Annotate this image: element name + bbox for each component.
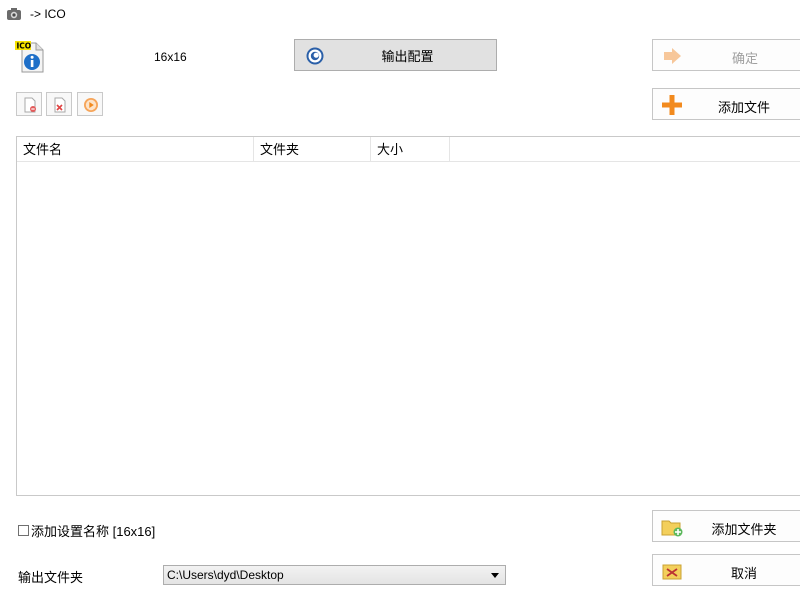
confirm-button[interactable]: 确定 — [652, 39, 800, 71]
output-folder-path: C:\Users\dyd\Desktop — [167, 568, 284, 582]
add-folder-label: 添加文件夹 — [711, 522, 777, 537]
list-header: 文件名 文件夹 大小 — [17, 137, 800, 162]
remove-item-button[interactable] — [16, 92, 42, 116]
add-file-button[interactable]: 添加文件 — [652, 88, 800, 120]
file-delete-icon — [54, 97, 66, 113]
play-icon — [84, 98, 98, 112]
column-header-size[interactable]: 大小 — [371, 137, 450, 161]
add-folder-button[interactable]: 添加文件夹 — [652, 510, 800, 542]
chevron-down-icon — [491, 573, 499, 578]
svg-text:ICO: ICO — [17, 42, 32, 51]
gear-icon — [306, 47, 324, 65]
output-size-label: 16x16 — [154, 50, 187, 64]
add-setting-name-checkbox[interactable] — [18, 525, 29, 536]
add-setting-name-label: 添加设置名称 [16x16] — [31, 524, 156, 539]
output-config-label: 输出配置 — [381, 48, 434, 64]
cancel-label: 取消 — [730, 566, 757, 581]
output-folder-select[interactable]: C:\Users\dyd\Desktop — [163, 565, 506, 585]
app-camera-icon — [7, 8, 21, 20]
column-header-filename[interactable]: 文件名 — [17, 137, 254, 161]
play-button[interactable] — [77, 92, 103, 116]
add-setting-name-option[interactable]: 添加设置名称 [16x16] — [18, 521, 155, 540]
clear-list-button[interactable] — [46, 92, 72, 116]
file-list[interactable]: 文件名 文件夹 大小 — [16, 136, 800, 496]
window-title: -> ICO — [30, 7, 66, 21]
output-config-button[interactable]: 输出配置 — [294, 39, 497, 71]
column-header-folder[interactable]: 文件夹 — [254, 137, 371, 161]
file-remove-icon — [24, 97, 36, 113]
cancel-button[interactable]: 取消 — [652, 554, 800, 586]
confirm-label: 确定 — [731, 51, 758, 66]
output-folder-label: 输出文件夹 — [18, 570, 84, 585]
title-bar: -> ICO — [0, 0, 800, 28]
ico-format-icon: ICO — [15, 41, 44, 73]
add-file-label: 添加文件 — [717, 100, 770, 115]
